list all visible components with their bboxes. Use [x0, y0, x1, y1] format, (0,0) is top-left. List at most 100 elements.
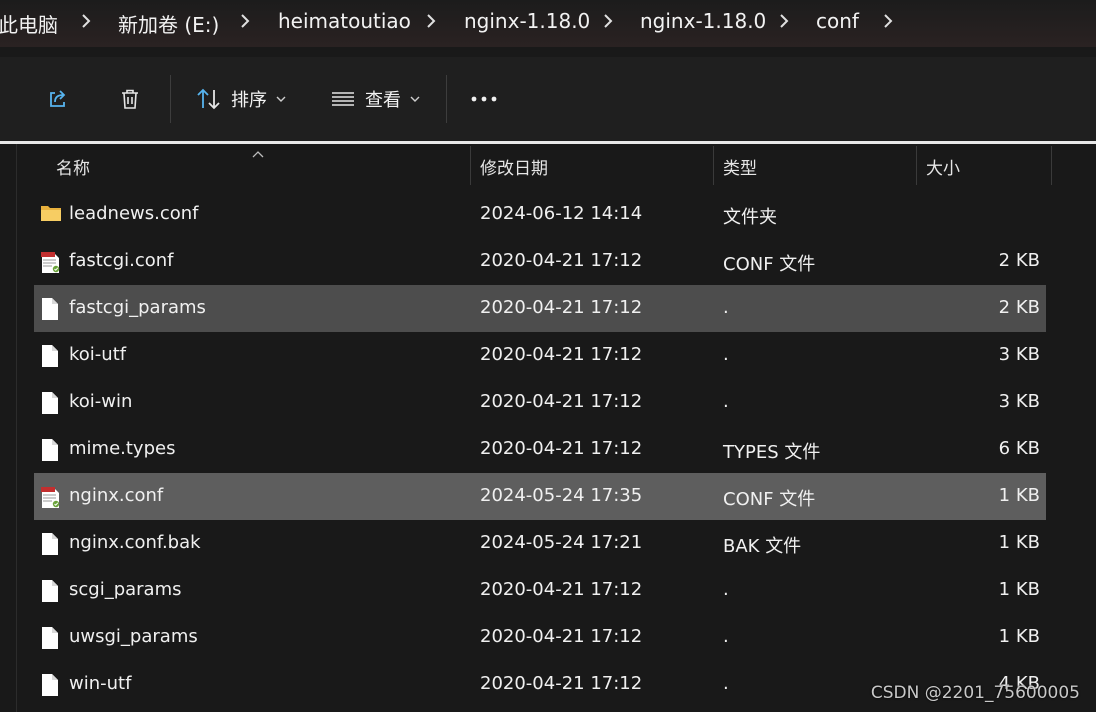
table-row[interactable]: fastcgi.conf 2020-04-21 17:12 CONF 文件 2 KB: [34, 238, 1046, 285]
conf-file-icon: [40, 485, 62, 509]
column-header-date[interactable]: 修改日期: [480, 154, 548, 179]
breadcrumb-heimatoutiao[interactable]: heimatoutiao: [278, 9, 411, 33]
column-header-name[interactable]: 名称: [56, 154, 90, 179]
file-type: CONF 文件: [723, 254, 816, 275]
file-modified-date: 2020-04-21 17:12: [480, 344, 643, 365]
breadcrumb-drive-e[interactable]: 新加卷 (E:): [118, 9, 219, 38]
file-modified-date: 2024-05-24 17:35: [480, 485, 643, 506]
share-icon: [46, 87, 70, 111]
share-button[interactable]: [36, 77, 80, 121]
file-name: leadnews.conf: [69, 203, 199, 224]
sort-button[interactable]: 排序: [192, 77, 290, 121]
file-rows: leadnews.conf 2024-06-12 14:14 文件夹 fastcgi.…: [34, 191, 1046, 708]
table-row[interactable]: nginx.conf 2024-05-24 17:35 CONF 文件 1 KB: [34, 473, 1046, 520]
file-size: 1 KB: [998, 626, 1040, 647]
conf-file-icon: [40, 250, 62, 274]
chevron-right-icon[interactable]: [78, 11, 94, 31]
file-name: scgi_params: [69, 579, 182, 600]
breadcrumb-nginx-outer[interactable]: nginx-1.18.0: [464, 9, 590, 33]
chevron-down-icon: [276, 95, 286, 103]
file-name: uwsgi_params: [69, 626, 198, 647]
file-icon: [40, 391, 62, 415]
file-name: nginx.conf: [69, 485, 164, 506]
chevron-right-icon[interactable]: [776, 11, 792, 31]
view-label: 查看: [365, 90, 401, 111]
column-resize-handle[interactable]: [1051, 146, 1052, 185]
file-name: win-utf: [69, 673, 132, 694]
file-size: 2 KB: [998, 250, 1040, 271]
delete-button[interactable]: [108, 77, 152, 121]
folder-icon: [40, 203, 62, 227]
sort-ascending-icon: [250, 144, 266, 163]
table-row[interactable]: koi-utf 2020-04-21 17:12. 3 KB: [34, 332, 1046, 379]
file-modified-date: 2024-05-24 17:21: [480, 532, 643, 553]
file-icon: [40, 344, 62, 368]
chevron-down-icon: [410, 95, 420, 103]
view-button[interactable]: 查看: [326, 77, 424, 121]
column-resize-handle[interactable]: [470, 146, 471, 185]
breadcrumb-this-pc[interactable]: 此电脑: [0, 9, 58, 38]
column-header-type[interactable]: 类型: [723, 154, 757, 179]
file-type: .: [723, 344, 729, 365]
more-options-button[interactable]: [462, 77, 506, 121]
file-type: BAK 文件: [723, 536, 802, 557]
column-resize-handle[interactable]: [713, 146, 714, 185]
file-icon: [40, 438, 62, 462]
file-size: 1 KB: [998, 532, 1040, 553]
file-size: 2 KB: [998, 297, 1040, 318]
file-list: 名称 修改日期 类型 大小 leadnews.conf 2024-06-12 14…: [0, 144, 1096, 712]
file-name: mime.types: [69, 438, 176, 459]
file-modified-date: 2020-04-21 17:12: [480, 438, 643, 459]
file-modified-date: 2024-06-12 14:14: [480, 203, 643, 224]
chevron-right-icon[interactable]: [880, 11, 896, 31]
chevron-right-icon[interactable]: [237, 11, 253, 31]
file-type: .: [723, 626, 729, 647]
table-row[interactable]: koi-win 2020-04-21 17:12. 3 KB: [34, 379, 1046, 426]
file-type: 文件夹: [723, 207, 777, 228]
table-row[interactable]: uwsgi_params 2020-04-21 17:12. 1 KB: [34, 614, 1046, 661]
file-modified-date: 2020-04-21 17:12: [480, 579, 643, 600]
breadcrumb-nginx-inner[interactable]: nginx-1.18.0: [640, 9, 766, 33]
file-name: fastcgi.conf: [69, 250, 174, 271]
file-name: fastcgi_params: [69, 297, 206, 318]
toolbar-divider: [170, 75, 171, 123]
file-icon: [40, 673, 62, 697]
file-modified-date: 2020-04-21 17:12: [480, 626, 643, 647]
address-breadcrumb: 此电脑 新加卷 (E:) heimatoutiao nginx-1.18.0 n…: [0, 0, 1096, 47]
column-resize-handle[interactable]: [916, 146, 917, 185]
file-icon: [40, 297, 62, 321]
file-icon: [40, 579, 62, 603]
more-dots-icon: [470, 95, 498, 103]
table-row[interactable]: leadnews.conf 2024-06-12 14:14 文件夹: [34, 191, 1046, 238]
file-type: .: [723, 297, 729, 318]
file-modified-date: 2020-04-21 17:12: [480, 673, 643, 694]
file-name: nginx.conf.bak: [69, 532, 201, 553]
command-toolbar: 排序 查看: [0, 57, 1096, 141]
table-row[interactable]: nginx.conf.bak 2024-05-24 17:21 BAK 文件 1 KB: [34, 520, 1046, 567]
file-icon: [40, 532, 62, 556]
file-size: 3 KB: [998, 391, 1040, 412]
column-header-size[interactable]: 大小: [926, 154, 960, 179]
table-row[interactable]: mime.types 2020-04-21 17:12 TYPES 文件 6 KB: [34, 426, 1046, 473]
column-header-row: 名称 修改日期 类型 大小: [34, 144, 1052, 185]
file-type: .: [723, 391, 729, 412]
chevron-right-icon[interactable]: [423, 11, 439, 31]
file-modified-date: 2020-04-21 17:12: [480, 297, 643, 318]
file-modified-date: 2020-04-21 17:12: [480, 391, 643, 412]
file-size: 6 KB: [998, 438, 1040, 459]
watermark-text: CSDN @2201_75600005: [870, 683, 1080, 703]
file-type: .: [723, 579, 729, 600]
list-view-icon: [330, 87, 356, 111]
file-size: 1 KB: [998, 579, 1040, 600]
file-size: 1 KB: [998, 485, 1040, 506]
breadcrumb-conf[interactable]: conf: [816, 9, 859, 33]
table-row[interactable]: scgi_params 2020-04-21 17:12. 1 KB: [34, 567, 1046, 614]
table-row[interactable]: fastcgi_params 2020-04-21 17:12. 2 KB: [34, 285, 1046, 332]
file-icon: [40, 626, 62, 650]
pane-divider: [16, 144, 17, 712]
toolbar-divider: [446, 75, 447, 123]
file-modified-date: 2020-04-21 17:12: [480, 250, 643, 271]
sort-label: 排序: [231, 90, 267, 111]
file-type: CONF 文件: [723, 489, 816, 510]
chevron-right-icon[interactable]: [600, 11, 616, 31]
